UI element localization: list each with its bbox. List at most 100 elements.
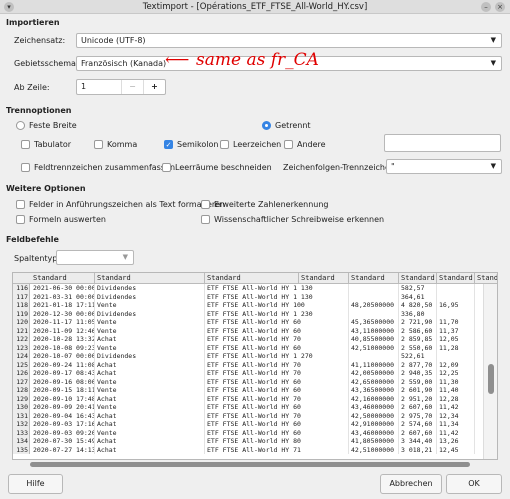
table-cell: Vente [95, 377, 205, 386]
table-row[interactable]: 1292020-09-10 17:48:00AchatETF FTSE All-… [13, 394, 483, 403]
table-row[interactable]: 1172021-03-31 00:00:00DividendesETF FTSE… [13, 292, 483, 301]
detect-special-numbers-checkbox[interactable] [201, 200, 210, 209]
column-header[interactable]: Standard [437, 273, 475, 284]
table-cell: Dividendes [95, 352, 205, 361]
minimize-icon[interactable]: – [481, 2, 491, 12]
table-row[interactable]: 1242020-10-07 00:00:00DividendesETF FTSE… [13, 352, 483, 361]
table-row[interactable]: 1232020-10-08 09:23:00VenteETF FTSE All-… [13, 343, 483, 352]
other-checkbox[interactable] [284, 140, 293, 149]
table-cell: 40,85500000 [349, 335, 399, 344]
table-cell: Vente [95, 326, 205, 335]
table-row[interactable]: 1192020-12-30 00:00:00DividendesETF FTSE… [13, 309, 483, 318]
close-icon[interactable]: × [495, 2, 505, 12]
help-button[interactable]: Hilfe [8, 474, 63, 494]
column-header[interactable]: Standard [31, 273, 95, 284]
other-separator-input[interactable] [384, 134, 501, 152]
table-cell [349, 284, 399, 293]
table-cell: 2020-09-09 20:41:00 [31, 403, 95, 412]
locale-value: Französisch (Kanada) [81, 59, 167, 68]
row-number: 131 [13, 411, 30, 420]
table-cell: 2 586,60 [399, 326, 437, 335]
table-row[interactable]: 1302020-09-09 20:41:00VenteETF FTSE All-… [13, 403, 483, 412]
table-row[interactable]: 1322020-09-03 17:16:00AchatETF FTSE All-… [13, 420, 483, 429]
import-section-title: Importieren [6, 18, 60, 27]
table-cell [349, 352, 399, 361]
trim-spaces-checkbox[interactable] [162, 163, 171, 172]
table-cell: ETF FTSE All-World HY 60 [205, 377, 349, 386]
table-row[interactable]: 1252020-09-24 11:08:00AchatETF FTSE All-… [13, 360, 483, 369]
space-checkbox[interactable] [220, 140, 229, 149]
table-row[interactable]: 1342020-07-30 15:49:00AchatETF FTSE All-… [13, 437, 483, 446]
table-cell: ETF FTSE All-World HY 60 [205, 318, 349, 327]
column-type-combo[interactable]: ▼ [56, 250, 134, 265]
separator-section-title: Trennoptionen [6, 106, 72, 115]
table-cell: 43,46000000 [349, 403, 399, 412]
column-header[interactable]: Standard [349, 273, 399, 284]
table-cell: Vente [95, 301, 205, 310]
tab-checkbox[interactable] [21, 140, 30, 149]
table-cell: Achat [95, 335, 205, 344]
table-cell: ETF FTSE All-World HY 60 [205, 343, 349, 352]
string-delimiter-label: Zeichenfolgen-Trennzeichen: [283, 163, 398, 172]
horizontal-scroll-thumb[interactable] [30, 462, 470, 467]
string-delimiter-combo[interactable]: " ▼ [386, 159, 502, 174]
table-cell: 2021-06-30 00:00:00 [31, 284, 95, 293]
table-row[interactable]: 1332020-09-03 09:20:00VenteETF FTSE All-… [13, 428, 483, 437]
merge-delimiters-checkbox[interactable] [21, 163, 30, 172]
table-row[interactable]: 1312020-09-04 16:43:00AchatETF FTSE All-… [13, 411, 483, 420]
column-header[interactable]: Standard [299, 273, 349, 284]
table-row[interactable]: 1262020-09-17 08:43:00AchatETF FTSE All-… [13, 369, 483, 378]
table-cell: 2020-09-15 18:11:00 [31, 386, 95, 395]
from-row-spinner[interactable]: 1 − + [76, 79, 166, 95]
table-cell: 42,65000000 [349, 377, 399, 386]
table-row[interactable]: 1272020-09-16 08:00:00VenteETF FTSE All-… [13, 377, 483, 386]
table-cell: 582,57 [399, 284, 437, 293]
table-cell: 2 574,60 [399, 420, 437, 429]
table-row[interactable]: 1212020-11-09 12:46:00VenteETF FTSE All-… [13, 326, 483, 335]
ok-button[interactable]: OK [446, 474, 502, 494]
quoted-as-text-label: Felder in Anführungszeichen als Text for… [29, 200, 225, 209]
table-cell: ETF FTSE All-World HY 70 [205, 360, 349, 369]
table-cell [349, 309, 399, 318]
table-cell: 2 601,90 [399, 386, 437, 395]
table-cell: 2 951,20 [399, 394, 437, 403]
table-cell: ETF FTSE All-World HY 70 [205, 335, 349, 344]
comma-checkbox[interactable] [94, 140, 103, 149]
column-header[interactable]: Standard [205, 273, 299, 284]
table-row[interactable]: 1222020-10-28 13:32:00AchatETF FTSE All-… [13, 335, 483, 344]
column-header[interactable]: Standard [399, 273, 437, 284]
table-cell: 3 018,21 [399, 445, 437, 454]
table-cell: 42,16000000 [349, 394, 399, 403]
vertical-scroll-thumb[interactable] [488, 364, 494, 394]
table-cell: 2020-09-17 08:43:00 [31, 369, 95, 378]
table-cell: ETF FTSE All-World HY 60 [205, 420, 349, 429]
quoted-as-text-checkbox[interactable] [16, 200, 25, 209]
evaluate-formulas-checkbox[interactable] [16, 215, 25, 224]
table-row[interactable]: 1282020-09-15 18:11:00VenteETF FTSE All-… [13, 386, 483, 395]
table-cell: 2 607,60 [399, 428, 437, 437]
table-row[interactable]: 1352020-07-27 14:13:00AchatETF FTSE All-… [13, 445, 483, 454]
table-cell: 11,28 [437, 343, 475, 352]
column-header[interactable]: Standard [475, 273, 497, 284]
preview-grid[interactable]: Standard Standard Standard Standard Standard… [12, 272, 498, 460]
charset-combo[interactable]: Unicode (UTF-8) ▼ [76, 33, 502, 48]
table-cell: 2 721,90 [399, 318, 437, 327]
table-row[interactable]: 1182021-01-18 17:11:00VenteETF FTSE All-… [13, 301, 483, 310]
semicolon-checkbox[interactable]: ✓ [164, 140, 173, 149]
table-cell: 43,46000000 [349, 428, 399, 437]
table-row[interactable]: 1162021-06-30 00:00:00DividendesETF FTSE… [13, 284, 483, 293]
column-header[interactable]: Standard [95, 273, 205, 284]
vertical-scrollbar[interactable] [483, 284, 497, 459]
fixed-width-radio[interactable] [16, 121, 25, 130]
table-cell [349, 292, 399, 301]
separated-radio[interactable] [262, 121, 271, 130]
table-cell: Achat [95, 394, 205, 403]
table-row[interactable]: 1202020-11-17 11:05:00VenteETF FTSE All-… [13, 318, 483, 327]
table-cell: Vente [95, 386, 205, 395]
row-number: 118 [13, 301, 30, 310]
cancel-button[interactable]: Abbrechen [380, 474, 442, 494]
scientific-notation-checkbox[interactable] [201, 215, 210, 224]
row-number: 120 [13, 318, 30, 327]
increment-button[interactable]: + [143, 80, 165, 94]
decrement-button[interactable]: − [121, 80, 143, 94]
